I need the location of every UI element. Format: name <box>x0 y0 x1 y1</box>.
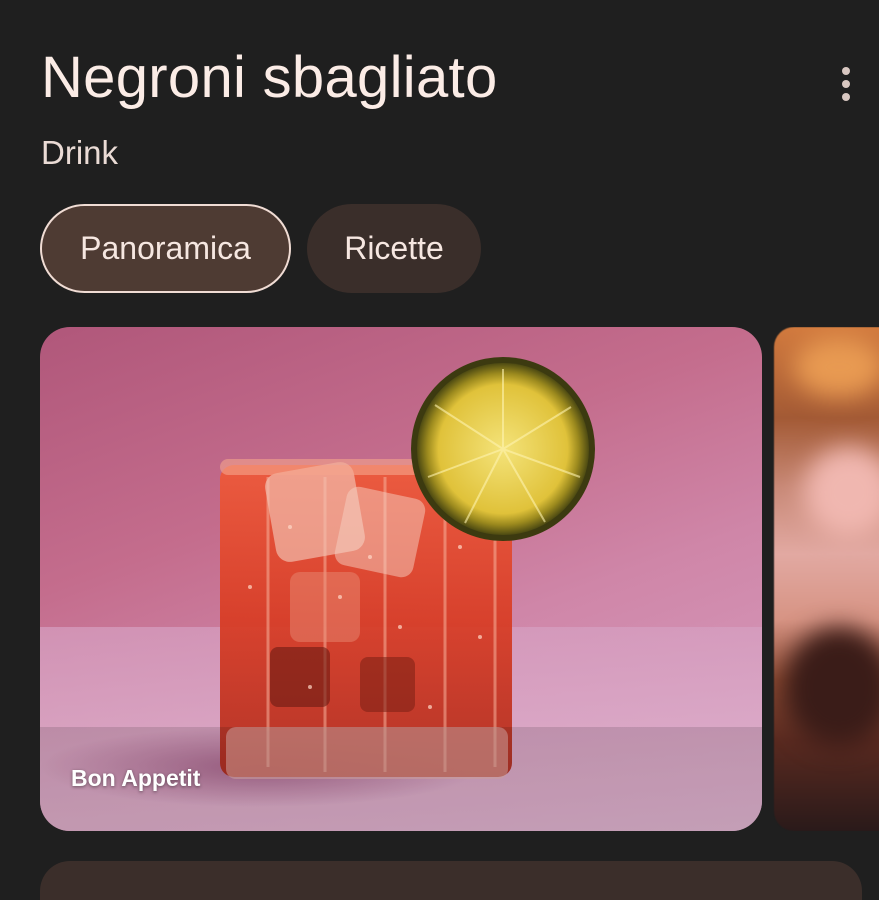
tab-chips: Panoramica Ricette <box>40 204 481 293</box>
image-carousel[interactable]: Bon Appetit <box>40 327 879 831</box>
cocktail-image <box>40 357 762 831</box>
knowledge-panel: Negroni sbagliato Drink Panoramica Ricet… <box>0 0 879 900</box>
tab-ricette[interactable]: Ricette <box>307 204 481 293</box>
entity-type-subtitle: Drink <box>41 134 119 171</box>
more-options-button[interactable] <box>826 60 866 108</box>
image-source-label: Bon Appetit <box>71 765 201 791</box>
carousel-image-card[interactable]: Bon Appetit <box>40 327 762 831</box>
page-title: Negroni sbagliato <box>41 45 498 110</box>
next-section-card[interactable] <box>40 861 862 900</box>
tab-panoramica[interactable]: Panoramica <box>40 204 291 293</box>
more-vert-icon <box>842 67 850 75</box>
carousel-next-image-card[interactable] <box>774 327 879 831</box>
